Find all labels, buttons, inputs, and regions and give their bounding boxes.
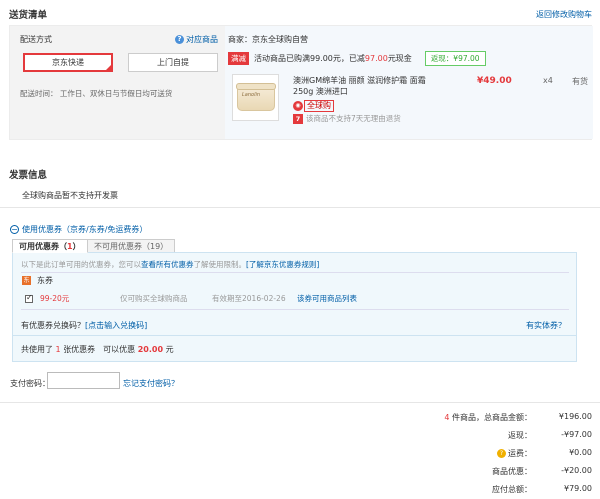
- coupon-goods-list-link[interactable]: 该券可用商品列表: [297, 293, 357, 304]
- physical-coupon-link[interactable]: 有实体券？: [526, 320, 566, 331]
- coupon-rules-link[interactable]: [了解京东优惠券规则]: [246, 260, 319, 269]
- divider: [21, 309, 569, 310]
- no-return-notice: 7 该商品不支持7天无理由退货: [293, 113, 401, 124]
- question-icon: ?: [175, 35, 184, 44]
- enter-redeem-code-link[interactable]: [点击输入兑换码]: [85, 321, 147, 330]
- option-jd-express[interactable]: 京东快递: [23, 53, 113, 72]
- section-title-shipping-list: 送货清单: [9, 10, 48, 21]
- global-buy-badge: ◉ 全球购: [293, 100, 334, 112]
- shipping-time-label: 配送时间：: [20, 89, 58, 98]
- order-items-column: 商家：京东全球购自营 满减 活动商品已购满99.00元，已减97.00元现金 返…: [225, 26, 593, 139]
- shipping-time: 配送时间： 工作日、双休日与节假日均可送货: [20, 88, 172, 99]
- coupon-expiry: 有效期至2016-02-26: [212, 294, 286, 303]
- stock-status: 有货: [572, 77, 588, 86]
- promo-row: 满减 活动商品已购满99.00元，已减97.00元现金 返现：¥97.00: [228, 51, 486, 66]
- divider: [13, 335, 576, 336]
- forgot-password-link[interactable]: 忘记支付密码？: [123, 378, 179, 389]
- divider: [0, 207, 600, 208]
- payment-password-input[interactable]: [47, 372, 120, 389]
- no-return-icon: 7: [293, 113, 303, 124]
- redeem-code-row: 有优惠券兑换码？[点击输入兑换码]: [21, 321, 148, 330]
- seller-name: 商家：京东全球购自营: [228, 35, 308, 44]
- help-icon[interactable]: ?: [497, 449, 506, 458]
- shipping-method-label: 配送方式: [20, 35, 52, 44]
- summary-discount: 商品优惠： -¥20.00: [492, 466, 592, 476]
- coupon-panel: 以下是此订单可用的优惠券，您可以查看所有优惠券了解使用限制。[了解京东优惠券规则…: [12, 252, 577, 362]
- summary-rebate: 返现： -¥97.00: [508, 430, 592, 440]
- coupon-usage-summary: 共使用了 1 张优惠券 可以优惠 20.00 元: [21, 345, 174, 354]
- shipping-time-value: 工作日、双休日与节假日均可送货: [59, 89, 173, 98]
- dongquan-icon: 东: [22, 276, 31, 285]
- product-quantity: x4: [543, 76, 553, 85]
- global-buy-label: 全球购: [304, 100, 334, 112]
- option-self-pickup[interactable]: 上门自提: [128, 53, 218, 72]
- divider: [21, 272, 569, 273]
- product-thumbnail[interactable]: Lanolin: [232, 74, 279, 121]
- jar-label: Lanolin: [242, 92, 261, 98]
- coupon-group-label: 东券: [37, 276, 53, 285]
- divider: [0, 402, 600, 403]
- invoice-text: 全球购商品暂不支持开发票: [22, 191, 118, 200]
- tab-unavailable-coupons[interactable]: 不可用优惠券（19）: [87, 239, 176, 253]
- no-return-text: 该商品不支持7天无理由退货: [306, 114, 401, 123]
- summary-shipping-fee: ? 运费： ¥0.00: [332, 448, 592, 459]
- coupon-group-header: 东 东券: [22, 275, 53, 286]
- coupon-item: 99-20元 仅可购买全球购商品 有效期至2016-02-26 该券可用商品列表: [25, 293, 357, 304]
- product-name-link[interactable]: 澳洲GM绵羊油 丽颜 滋润修护霜 面霜 250g 澳洲进口: [293, 75, 433, 97]
- coupon-toggle-label: 使用优惠券（京券/东券/免运费券）: [22, 225, 148, 234]
- coupon-amount: 99-20元: [40, 294, 70, 303]
- coupon-checkbox[interactable]: [25, 293, 33, 303]
- summary-total-goods: 4 件商品，总商品金额： ¥196.00: [444, 412, 592, 422]
- tab-available-coupons[interactable]: 可用优惠券（1）: [12, 239, 88, 253]
- summary-payable: 应付总额： ¥79.00: [492, 484, 592, 494]
- shipping-panel: 配送方式 ? 对应商品 京东快递 上门自提 配送时间： 工作日、双休日与节假日均…: [9, 25, 593, 140]
- global-buy-icon: ◉: [293, 101, 303, 111]
- payment-password-label: 支付密码：: [10, 379, 50, 388]
- promo-tag: 满减: [228, 52, 249, 65]
- collapse-icon: −: [10, 225, 19, 234]
- rebate-badge: 返现：¥97.00: [424, 51, 486, 66]
- view-all-coupons-link[interactable]: 查看所有优惠券: [141, 260, 194, 269]
- match-goods-label: 对应商品: [186, 35, 218, 44]
- coupon-scope: 仅可购买全球购商品: [120, 294, 188, 303]
- product-price: ¥49.00: [477, 76, 512, 86]
- coupon-info: 以下是此订单可用的优惠券，您可以查看所有优惠券了解使用限制。[了解京东优惠券规则…: [21, 260, 320, 269]
- back-to-cart-link[interactable]: 返回修改购物车: [536, 9, 592, 20]
- jar-lid: [236, 83, 276, 90]
- promo-text: 活动商品已购满99.00元，已减97.00元现金: [254, 54, 412, 63]
- match-goods-link[interactable]: ? 对应商品: [175, 34, 218, 45]
- section-title-invoice: 发票信息: [9, 170, 48, 181]
- coupon-toggle[interactable]: − 使用优惠券（京券/东券/免运费券）: [10, 224, 147, 235]
